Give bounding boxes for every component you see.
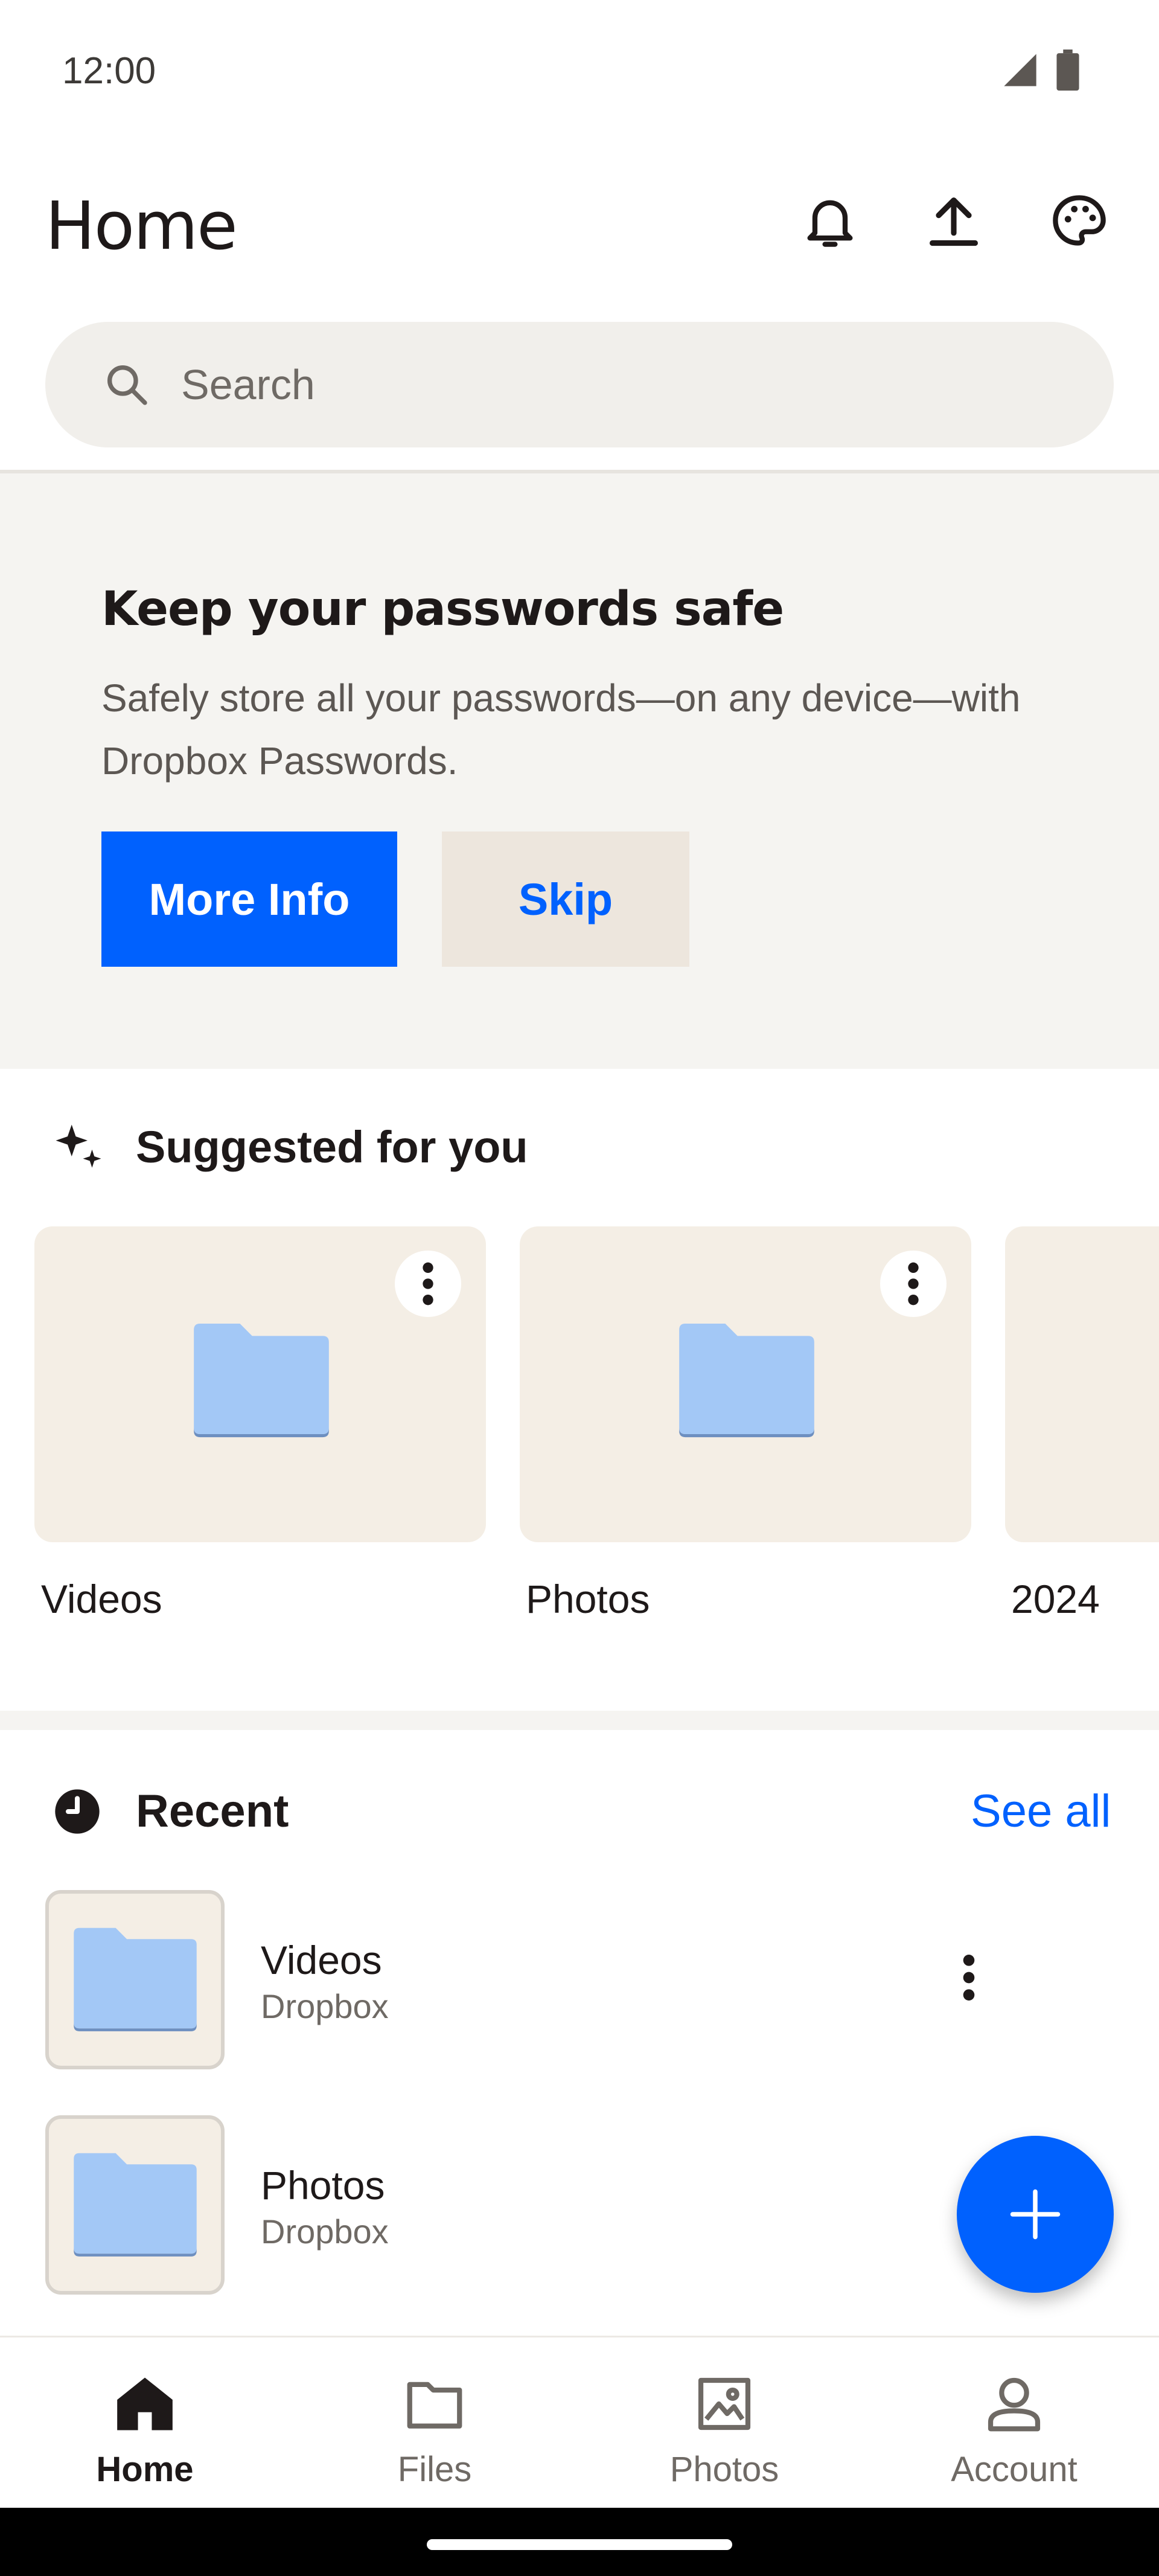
- suggested-card-photos[interactable]: [520, 1226, 971, 1542]
- folder-thumbnail: [45, 2115, 225, 2295]
- nav-item-photos[interactable]: Photos: [580, 2337, 869, 2510]
- battery-icon: [1056, 50, 1079, 91]
- promo-body: Safely store all your passwords—on any d…: [101, 676, 1021, 783]
- gesture-handle[interactable]: [427, 2539, 732, 2550]
- clock-icon: [55, 1789, 100, 1834]
- recent-title: Recent: [136, 1786, 289, 1837]
- more-vert-icon: [423, 1262, 433, 1306]
- palette-icon: [1053, 195, 1106, 246]
- nav-label-files: Files: [397, 2450, 472, 2489]
- card-more-button[interactable]: [880, 1251, 947, 1317]
- card-more-button[interactable]: [395, 1251, 461, 1317]
- image-icon: [698, 2377, 751, 2430]
- nav-item-files[interactable]: Files: [290, 2337, 580, 2510]
- bell-icon: [807, 200, 853, 247]
- status-time: 12:00: [62, 50, 156, 92]
- signal-icon: [1004, 54, 1036, 86]
- suggested-title: Suggested for you: [136, 1122, 528, 1172]
- create-fab[interactable]: [957, 2136, 1114, 2293]
- suggested-label: 2024: [1011, 1577, 1100, 1621]
- suggested-card-2024[interactable]: [1005, 1226, 1159, 1542]
- folder-icon: [194, 1324, 329, 1438]
- nav-item-account[interactable]: Account: [869, 2337, 1159, 2510]
- suggested-card-videos[interactable]: [34, 1226, 486, 1542]
- see-all-link[interactable]: See all: [971, 1784, 1111, 1839]
- upload-button[interactable]: [921, 187, 987, 254]
- suggested-label: Videos: [41, 1577, 162, 1621]
- upload-icon: [930, 197, 978, 246]
- skip-button[interactable]: Skip: [442, 831, 689, 967]
- item-location: Dropbox: [261, 2212, 389, 2251]
- suggested-label: Photos: [526, 1577, 650, 1621]
- list-item[interactable]: Videos Dropbox: [0, 1890, 1159, 2071]
- system-nav-bar: [0, 2508, 1159, 2576]
- item-location: Dropbox: [261, 1987, 389, 2025]
- more-vert-icon: [908, 1262, 919, 1306]
- folder-thumbnail: [45, 1890, 225, 2069]
- folder-icon: [679, 1324, 814, 1438]
- more-info-button[interactable]: More Info: [101, 831, 397, 967]
- theme-button[interactable]: [1046, 187, 1113, 254]
- folder-icon: [74, 1927, 197, 2031]
- person-icon: [988, 2377, 1041, 2432]
- sparkle-icon: [56, 1124, 101, 1168]
- bottom-nav: Home Files Photos Account: [0, 2336, 1159, 2508]
- promo-banner: Keep your passwords safe Safely store al…: [0, 473, 1159, 1069]
- home-icon: [117, 2377, 173, 2430]
- item-name: Videos: [261, 1938, 382, 1982]
- nav-label-account: Account: [951, 2450, 1078, 2489]
- search-input[interactable]: Search: [181, 360, 315, 409]
- promo-title: Keep your passwords safe: [101, 582, 784, 636]
- section-divider: [0, 1711, 1159, 1730]
- search-icon: [107, 365, 147, 405]
- page-title: Home: [45, 187, 238, 264]
- nav-label-home: Home: [96, 2450, 194, 2489]
- nav-item-home[interactable]: Home: [0, 2337, 290, 2510]
- folder-icon: [74, 2153, 197, 2257]
- search-bar[interactable]: Search: [45, 322, 1114, 447]
- folder-icon: [407, 2382, 462, 2429]
- more-vert-icon: [963, 1955, 975, 2001]
- item-name: Photos: [261, 2163, 385, 2208]
- status-bar: 12:00: [0, 0, 1159, 139]
- item-more-button[interactable]: [942, 1944, 996, 2011]
- nav-label-photos: Photos: [669, 2450, 779, 2489]
- plus-icon: [1010, 2189, 1061, 2240]
- notifications-button[interactable]: [797, 187, 863, 254]
